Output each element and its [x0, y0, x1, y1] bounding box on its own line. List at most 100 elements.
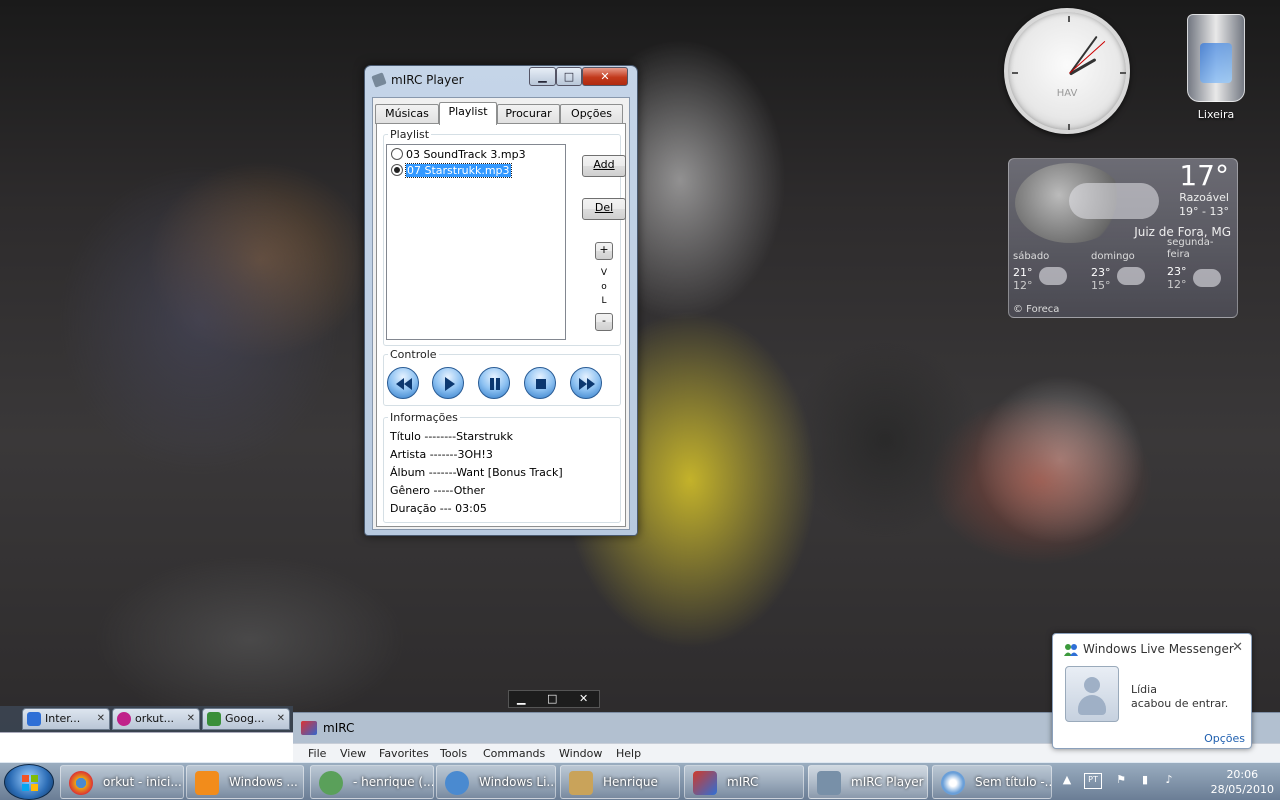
close-button[interactable]: ✕ — [582, 67, 628, 86]
windows-logo-icon — [22, 775, 38, 791]
stop-icon — [536, 379, 546, 389]
list-item-label: 03 SoundTrack 3.mp3 — [406, 148, 526, 161]
play-icon — [445, 377, 455, 391]
playlist-tab-panel: Playlist 03 SoundTrack 3.mp3 07 Starstru… — [376, 123, 626, 527]
browser-tab[interactable]: orkut... ✕ — [112, 708, 200, 730]
volume-up-button[interactable]: + — [595, 242, 613, 260]
info-value: -------Want [Bonus Track] — [428, 466, 563, 479]
tab-playlist[interactable]: Playlist — [439, 102, 497, 125]
weather-credit[interactable]: © Foreca — [1013, 304, 1059, 315]
clock-gadget[interactable]: HAV — [1004, 8, 1130, 134]
minimize-button[interactable]: ▁ — [529, 67, 556, 86]
taskbar-item-active[interactable]: mIRC Player — [808, 765, 928, 799]
add-button[interactable]: Add — [582, 155, 626, 177]
browser-content — [0, 732, 293, 762]
menu-commands[interactable]: Commands — [483, 747, 545, 760]
cloudy-icon — [1117, 267, 1145, 285]
playlist-listbox[interactable]: 03 SoundTrack 3.mp3 07 Starstrukk.mp3 — [386, 144, 566, 340]
play-button[interactable] — [432, 367, 464, 399]
browser-maximize-button[interactable]: □ — [547, 692, 557, 705]
menu-favorites[interactable]: Favorites — [379, 747, 429, 760]
taskbar-item[interactable]: - henrique (... — [310, 765, 434, 799]
avatar — [1065, 666, 1119, 722]
taskbar-item[interactable]: Windows ... — [186, 765, 304, 799]
tab-opcoes[interactable]: Opções — [560, 104, 623, 124]
messenger-icon — [1064, 644, 1078, 656]
browser-minimize-button[interactable]: ▁ — [517, 692, 525, 705]
info-value: --- 03:05 — [439, 502, 487, 515]
playlist-group-title: Playlist — [388, 128, 432, 141]
mirc-title: mIRC — [323, 721, 355, 735]
start-button[interactable] — [4, 764, 54, 800]
mirc-player-window[interactable]: mIRC Player ▁ □ ✕ Músicas Playlist Procu… — [364, 65, 638, 536]
volume-down-button[interactable]: - — [595, 313, 613, 331]
rewind-button[interactable] — [387, 367, 419, 399]
taskbar-item[interactable]: orkut - inici... — [60, 765, 184, 799]
action-center-icon[interactable]: ⚑ — [1114, 773, 1128, 789]
stop-button[interactable] — [524, 367, 556, 399]
mirc-player-icon — [817, 771, 841, 795]
tab-procurar[interactable]: Procurar — [497, 104, 560, 124]
notification-close-icon[interactable]: ✕ — [1232, 640, 1243, 655]
volume-letter: o — [601, 282, 607, 292]
menu-window[interactable]: Window — [559, 747, 602, 760]
weather-gadget[interactable]: 17° Razoável 19° - 13° Juiz de Fora, MG … — [1008, 158, 1238, 318]
info-row-album: Álbum -------Want [Bonus Track] — [390, 466, 563, 479]
menu-tools[interactable]: Tools — [440, 747, 467, 760]
tray-clock[interactable]: 20:06 28/05/2010 — [1211, 767, 1274, 797]
messenger-notification[interactable]: Windows Live Messenger ✕ Lídia acabou de… — [1052, 633, 1252, 749]
pause-button[interactable] — [478, 367, 510, 399]
info-value: -------3OH!3 — [429, 448, 493, 461]
show-hidden-icons-icon[interactable]: ▲ — [1060, 773, 1074, 789]
mirc-icon — [693, 771, 717, 795]
list-item[interactable]: 07 Starstrukk.mp3 — [391, 163, 512, 179]
weather-condition: Razoável — [1179, 191, 1229, 204]
fast-forward-button[interactable] — [570, 367, 602, 399]
language-indicator[interactable]: PT — [1084, 773, 1102, 789]
maximize-button[interactable]: □ — [556, 67, 582, 86]
paint-icon — [941, 771, 965, 795]
forecast-day-name: segunda-feira — [1167, 237, 1214, 260]
controls-group: Controle — [383, 348, 621, 406]
menu-help[interactable]: Help — [616, 747, 641, 760]
tab-close-icon[interactable]: ✕ — [97, 709, 105, 729]
info-value: -----Other — [433, 484, 485, 497]
radio-icon[interactable] — [391, 148, 403, 160]
orkut-icon — [117, 712, 131, 726]
volume-letter: L — [601, 296, 607, 306]
info-key: Gênero — [390, 484, 431, 497]
taskbar-item-label: Henrique — [603, 775, 658, 789]
taskbar-item-label: orkut - inici... — [103, 775, 182, 789]
title-bar[interactable]: mIRC Player ▁ □ ✕ — [365, 66, 637, 92]
info-value: --------Starstrukk — [424, 430, 513, 443]
tab-close-icon[interactable]: ✕ — [187, 709, 195, 729]
list-item[interactable]: 03 SoundTrack 3.mp3 — [391, 147, 526, 163]
trash-icon — [1187, 14, 1245, 102]
browser-tab[interactable]: Inter... ✕ — [22, 708, 110, 730]
browser-close-button[interactable]: ✕ — [579, 692, 588, 705]
tab-close-icon[interactable]: ✕ — [277, 709, 285, 729]
menu-view[interactable]: View — [340, 747, 366, 760]
controls-group-title: Controle — [388, 348, 439, 361]
info-row-genre: Gênero -----Other — [390, 484, 485, 497]
menu-file[interactable]: File — [308, 747, 326, 760]
taskbar-item[interactable]: mIRC — [684, 765, 804, 799]
taskbar-item[interactable]: Sem título -... — [932, 765, 1052, 799]
volume-icon[interactable]: ♪ — [1162, 773, 1176, 789]
taskbar-item[interactable]: Henrique — [560, 765, 680, 799]
window-title: mIRC Player — [391, 73, 464, 87]
chrome-icon — [69, 771, 93, 795]
notification-options-link[interactable]: Opções — [1204, 732, 1245, 745]
info-row-duration: Duração --- 03:05 — [390, 502, 487, 515]
taskbar-item-label: Windows Li... — [479, 775, 556, 789]
browser-tab-strip: Inter... ✕ orkut... ✕ Goog... ✕ — [0, 706, 293, 732]
clock-label: HAV — [1056, 88, 1078, 99]
browser-tab[interactable]: Goog... ✕ — [202, 708, 290, 730]
radio-selected-icon[interactable] — [391, 164, 403, 176]
recycle-bin-icon[interactable]: Lixeira — [1176, 14, 1256, 121]
tab-musicas[interactable]: Músicas — [375, 104, 439, 124]
del-button[interactable]: Del — [582, 198, 626, 220]
taskbar-item[interactable]: Windows Li... — [436, 765, 556, 799]
network-icon[interactable]: ▮ — [1138, 773, 1152, 789]
tray-date: 28/05/2010 — [1210, 783, 1274, 796]
